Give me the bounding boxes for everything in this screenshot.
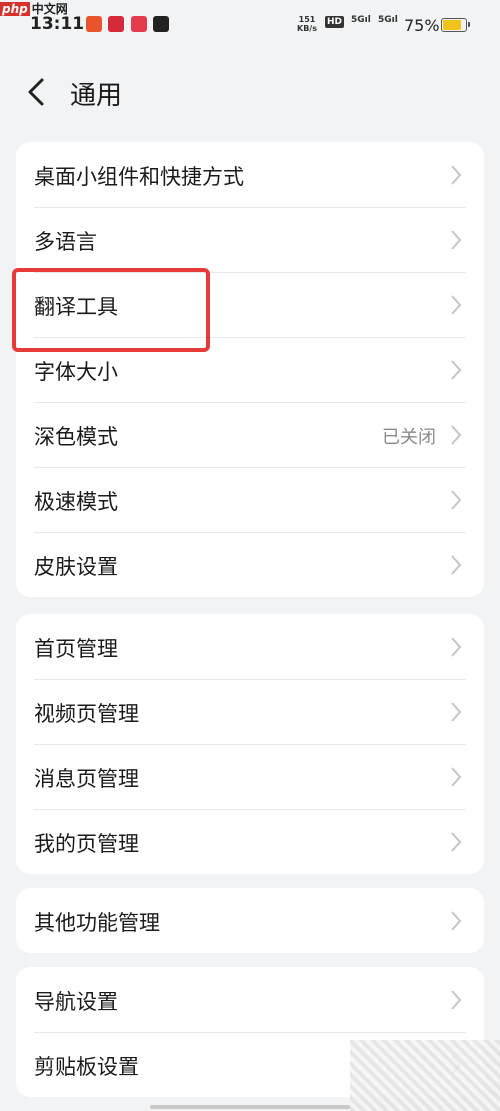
row-label: 皮肤设置 — [34, 555, 118, 579]
row-desktop-widgets[interactable]: 桌面小组件和快捷方式 — [16, 142, 484, 207]
row-label: 视频页管理 — [34, 702, 139, 726]
row-label: 极速模式 — [34, 490, 118, 514]
status-bar: php 中文网 13:11 151 KB/s HD 5Gıl 5Gıl 75% — [0, 0, 500, 52]
row-home-page[interactable]: 首页管理 — [16, 614, 484, 679]
chevron-right-icon — [451, 360, 462, 380]
chevron-right-icon — [451, 555, 462, 575]
chevron-right-icon — [451, 767, 462, 787]
row-video-page[interactable]: 视频页管理 — [16, 679, 484, 744]
chevron-right-icon — [451, 230, 462, 250]
watermark-php: php — [0, 2, 30, 16]
settings-group-pages: 首页管理 视频页管理 消息页管理 我的页管理 — [16, 614, 484, 874]
row-label: 字体大小 — [34, 360, 118, 384]
mosaic-overlay — [350, 1040, 500, 1111]
row-speed-mode[interactable]: 极速模式 — [16, 467, 484, 532]
app-notification-icon — [131, 16, 147, 32]
status-time: 13:11 — [30, 14, 85, 34]
row-skin-settings[interactable]: 皮肤设置 — [16, 532, 484, 597]
row-value: 已关闭 — [382, 427, 436, 448]
row-label: 深色模式 — [34, 425, 118, 449]
gesture-bar[interactable] — [150, 1105, 350, 1109]
network-speed: 151 KB/s — [297, 15, 317, 33]
chevron-right-icon — [451, 911, 462, 931]
chevron-right-icon — [451, 490, 462, 510]
row-label: 翻译工具 — [34, 295, 118, 319]
row-dark-mode[interactable]: 深色模式 已关闭 — [16, 402, 484, 467]
signal-icon: 5Gıl — [378, 15, 398, 25]
row-font-size[interactable]: 字体大小 — [16, 337, 484, 402]
settings-group-display: 桌面小组件和快捷方式 多语言 翻译工具 字体大小 深色模式 已关闭 极速模式 皮… — [16, 142, 484, 597]
chevron-right-icon — [451, 702, 462, 722]
signal-label: 5G — [351, 15, 365, 25]
page-title: 通用 — [70, 81, 123, 111]
back-button[interactable] — [18, 72, 58, 112]
row-label: 导航设置 — [34, 990, 118, 1014]
chevron-right-icon — [451, 165, 462, 185]
chevron-right-icon — [451, 425, 462, 445]
row-label: 剪贴板设置 — [34, 1055, 139, 1079]
battery-icon — [441, 18, 467, 32]
signal-icon: 5Gıl — [351, 15, 371, 25]
row-multi-language[interactable]: 多语言 — [16, 207, 484, 272]
battery-percent: 75% — [404, 16, 440, 35]
row-navigation[interactable]: 导航设置 — [16, 967, 484, 1032]
signal-label: 5G — [378, 15, 392, 25]
app-notification-icon — [86, 16, 102, 32]
row-label: 首页管理 — [34, 637, 118, 661]
chevron-left-icon — [28, 78, 44, 106]
chevron-right-icon — [451, 990, 462, 1010]
network-speed-value: 151 — [298, 15, 316, 24]
header: 通用 — [0, 60, 500, 124]
row-translation-tool[interactable]: 翻译工具 — [16, 272, 484, 337]
row-label: 多语言 — [34, 230, 97, 254]
row-message-page[interactable]: 消息页管理 — [16, 744, 484, 809]
row-label: 消息页管理 — [34, 767, 139, 791]
row-label: 其他功能管理 — [34, 911, 160, 935]
chevron-right-icon — [451, 637, 462, 657]
row-label: 我的页管理 — [34, 832, 139, 856]
chevron-right-icon — [451, 295, 462, 315]
row-my-page[interactable]: 我的页管理 — [16, 809, 484, 874]
settings-group-other: 其他功能管理 — [16, 888, 484, 953]
hd-icon: HD — [325, 16, 345, 28]
row-label: 桌面小组件和快捷方式 — [34, 165, 244, 189]
app-notification-icon — [153, 16, 169, 32]
app-notification-icon — [108, 16, 124, 32]
network-speed-unit: KB/s — [297, 24, 317, 33]
row-other-features[interactable]: 其他功能管理 — [16, 888, 484, 953]
chevron-right-icon — [451, 832, 462, 852]
